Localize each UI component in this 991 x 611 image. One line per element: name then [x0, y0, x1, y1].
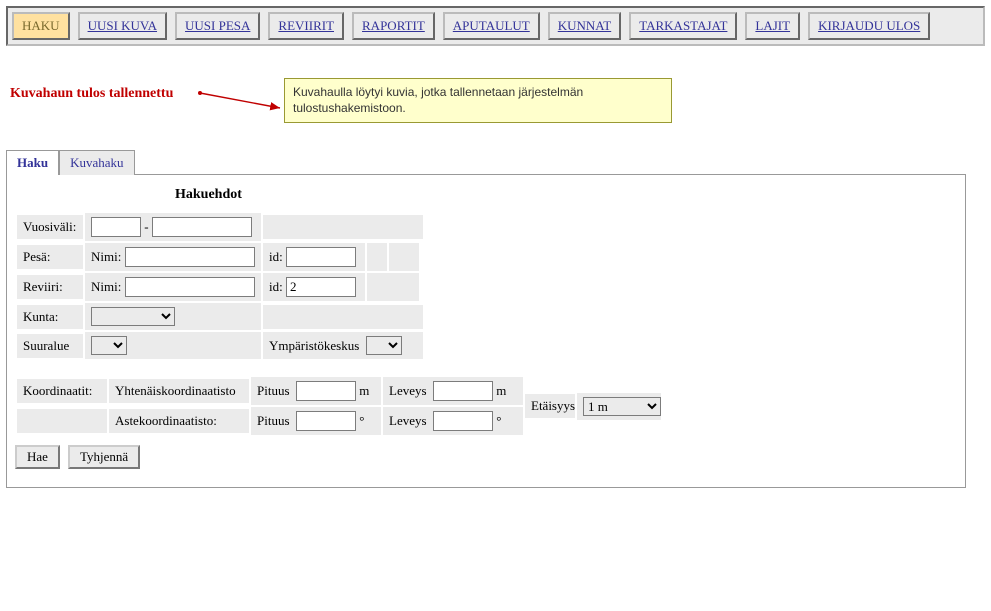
empty-cell — [263, 305, 423, 329]
nav-haku[interactable]: HAKU — [12, 12, 70, 40]
empty-cell — [367, 243, 387, 271]
vuosivali-inputs: - — [85, 213, 261, 241]
unit-m: m — [359, 383, 369, 398]
nav-logout[interactable]: KIRJAUDU ULOS — [808, 12, 930, 40]
empty-cell — [389, 243, 419, 271]
label-vuosivali: Vuosiväli: — [17, 215, 83, 239]
label-pesa: Pesä: — [17, 245, 83, 269]
empty-cell — [367, 273, 419, 301]
reviiri-nimi-cell: Nimi: — [85, 273, 261, 301]
nav-aputaulut[interactable]: APUTAULUT — [443, 12, 540, 40]
nav-raportit[interactable]: RAPORTIT — [352, 12, 435, 40]
nav-uusikuva[interactable]: UUSI KUVA — [78, 12, 167, 40]
select-suuralue[interactable] — [91, 336, 127, 355]
tab-bar: Haku Kuvahaku — [6, 150, 985, 175]
tab-kuvahaku[interactable]: Kuvahaku — [59, 150, 134, 175]
nav-uusipesa[interactable]: UUSI PESA — [175, 12, 260, 40]
yht-leveys-cell: Leveys m — [383, 377, 523, 405]
select-ymp[interactable] — [366, 336, 402, 355]
input-pesa-nimi[interactable] — [125, 247, 255, 267]
ymp-cell: Ympäristökeskus — [263, 332, 423, 359]
kunta-cell — [85, 303, 261, 330]
pesa-nimi-cell: Nimi: — [85, 243, 261, 271]
label-reviiri: Reviiri: — [17, 275, 83, 299]
label-nimi: Nimi: — [91, 279, 121, 294]
label-pituus: Pituus — [257, 383, 290, 398]
label-kunta: Kunta: — [17, 305, 83, 329]
nav-lajit[interactable]: LAJIT — [745, 12, 800, 40]
label-etaisyys: Etäisyys — [525, 394, 575, 418]
label-koord: Koordinaatit: — [17, 379, 107, 403]
select-kunta[interactable] — [91, 307, 175, 326]
top-nav: HAKU UUSI KUVA UUSI PESA REVIIRIT RAPORT… — [6, 6, 985, 46]
input-yht-pituus[interactable] — [296, 381, 356, 401]
unit-deg: ° — [496, 413, 501, 428]
input-vuosi-to[interactable] — [152, 217, 252, 237]
label-pituus: Pituus — [257, 413, 290, 428]
arrow-icon — [196, 90, 286, 114]
search-form-panel: Hakuehdot Vuosiväli: - Pesä: Nimi: — [6, 174, 966, 488]
label-leveys: Leveys — [389, 383, 427, 398]
nav-kunnat[interactable]: KUNNAT — [548, 12, 621, 40]
reviiri-id-cell: id: — [263, 273, 365, 301]
tooltip: Kuvahaulla löytyi kuvia, jotka tallennet… — [284, 78, 672, 123]
unit-m: m — [496, 383, 506, 398]
label-ymp: Ympäristökeskus — [269, 338, 359, 353]
coord-grid: Koordinaatit: Yhtenäiskoordinaatisto Pit… — [15, 375, 663, 437]
input-reviiri-nimi[interactable] — [125, 277, 255, 297]
suuralue-cell — [85, 332, 261, 359]
label-yhtenais: Yhtenäiskoordinaatisto — [109, 379, 249, 403]
input-aste-leveys[interactable] — [433, 411, 493, 431]
input-pesa-id[interactable] — [286, 247, 356, 267]
pesa-id-cell: id: — [263, 243, 365, 271]
form-grid: Vuosiväli: - Pesä: Nimi: — [15, 211, 427, 361]
etaisyys-cell: 1 m — [577, 393, 661, 420]
label-id: id: — [269, 279, 283, 294]
aste-pituus-cell: Pituus ° — [251, 407, 381, 435]
tab-haku[interactable]: Haku — [6, 150, 59, 175]
nav-reviirit[interactable]: REVIIRIT — [268, 12, 344, 40]
dash: - — [144, 219, 148, 234]
tyhjenna-button[interactable]: Tyhjennä — [68, 445, 140, 469]
status-message: Kuvahaun tulos tallennettu — [10, 86, 173, 102]
label-id: id: — [269, 249, 283, 264]
nav-tarkastajat[interactable]: TARKASTAJAT — [629, 12, 737, 40]
select-etaisyys[interactable]: 1 m — [583, 397, 661, 416]
input-vuosi-from[interactable] — [91, 217, 141, 237]
label-leveys: Leveys — [389, 413, 427, 428]
label-aste: Astekoordinaatisto: — [109, 409, 249, 433]
empty-cell — [263, 215, 423, 239]
message-row: Kuvahaun tulos tallennettu Kuvahaulla lö… — [6, 86, 985, 114]
form-title: Hakuehdot — [175, 187, 957, 203]
label-nimi: Nimi: — [91, 249, 121, 264]
input-reviiri-id[interactable] — [286, 277, 356, 297]
label-suuralue: Suuralue — [17, 334, 83, 358]
yht-pituus-cell: Pituus m — [251, 377, 381, 405]
button-row: Hae Tyhjennä — [15, 445, 957, 469]
input-aste-pituus[interactable] — [296, 411, 356, 431]
aste-leveys-cell: Leveys ° — [383, 407, 523, 435]
hae-button[interactable]: Hae — [15, 445, 60, 469]
empty-cell — [17, 409, 107, 433]
unit-deg: ° — [359, 413, 364, 428]
input-yht-leveys[interactable] — [433, 381, 493, 401]
